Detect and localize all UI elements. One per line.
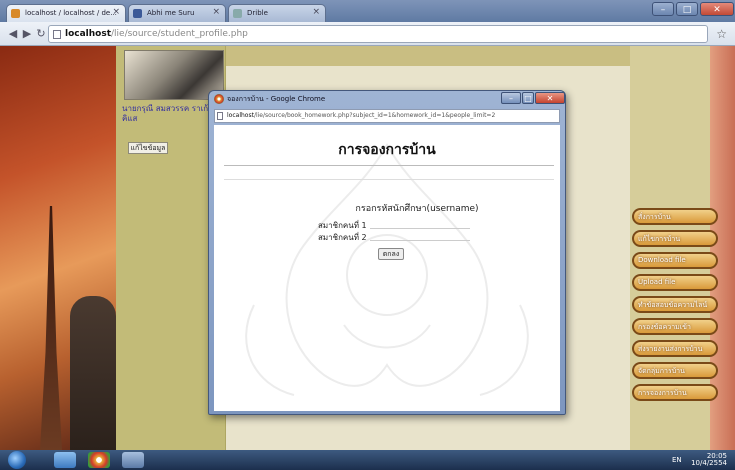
tab-label: Drible (247, 9, 268, 17)
language-indicator[interactable]: EN (672, 456, 682, 464)
page-icon (53, 30, 61, 39)
bookmark-star-icon[interactable]: ☆ (716, 27, 727, 41)
page-icon (233, 9, 242, 18)
popup-maximize-button[interactable]: □ (522, 92, 534, 104)
menu-item-book-homework[interactable]: การจองการบ้าน (632, 384, 718, 401)
address-path: /lie/source/student_profile.php (111, 29, 248, 39)
menu-item-upload-file[interactable]: Upload file (632, 274, 718, 291)
close-icon[interactable]: × (312, 7, 320, 17)
maximize-button[interactable]: □ (676, 2, 698, 16)
menu-item-online-exam[interactable]: ทำข้อสอบข้อความไลน์ (632, 296, 718, 313)
submit-button[interactable]: ตกลง (378, 248, 404, 260)
tab-localhost[interactable]: localhost / localhost / de... × (6, 4, 126, 22)
explorer-icon[interactable] (54, 452, 76, 468)
popup-minimize-button[interactable]: – (501, 92, 521, 104)
member2-input[interactable] (370, 231, 470, 241)
forward-icon[interactable]: ▶ (20, 27, 34, 41)
app-window-icon[interactable] (122, 452, 144, 468)
popup-close-button[interactable]: ✕ (535, 92, 565, 104)
tab-label: localhost / localhost / de... (25, 9, 117, 17)
temple-spire (40, 206, 62, 450)
tab-label: Abhi me Suru (147, 9, 195, 17)
popup-content: การจองการบ้าน กรอกรหัสนักศึกษา(username)… (214, 125, 560, 411)
homework-menu: สั่งการบ้าน แก้ไขการบ้าน Download file U… (632, 208, 718, 406)
windows-taskbar: EN 20:05 10/4/2554 (0, 450, 735, 470)
chrome-icon[interactable] (88, 452, 110, 468)
phpmyadmin-icon (11, 9, 20, 18)
thai-ornament-watermark (245, 142, 529, 396)
instruction-text: กรอกรหัสนักศึกษา(username) (355, 204, 479, 214)
reload-icon[interactable]: ↻ (34, 27, 48, 41)
member1-input[interactable] (370, 219, 470, 229)
browser-toolbar: ◀ ▶ ↻ localhost/lie/source/student_profi… (0, 22, 735, 46)
facebook-icon (133, 9, 142, 18)
menu-item-edit-homework[interactable]: แก้ไขการบ้าน (632, 230, 718, 247)
edit-profile-button[interactable]: แก้ไขข้อมูล (128, 142, 168, 154)
temple-banner-image (0, 46, 116, 450)
member2-label: สมาชิกคนที่ 2 (318, 233, 367, 242)
menu-item-download-file[interactable]: Download file (632, 252, 718, 269)
close-icon[interactable]: × (212, 7, 220, 17)
popup-address-host: localhost (227, 112, 254, 119)
address-bar[interactable]: localhost/lie/source/student_profile.php (48, 25, 708, 43)
system-clock[interactable]: 20:05 10/4/2554 (691, 453, 727, 467)
start-button[interactable] (8, 451, 26, 469)
minimize-button[interactable]: – (652, 2, 674, 16)
menu-item-group-homework[interactable]: จัดกลุ่มการบ้าน (632, 362, 718, 379)
statue-figure (70, 296, 116, 450)
close-icon[interactable]: × (112, 7, 120, 17)
chrome-icon (214, 94, 224, 104)
member1-label: สมาชิกคนที่ 1 (318, 221, 367, 230)
popup-address-bar[interactable]: localhost/lie/source/book_homework.php?s… (214, 109, 560, 123)
back-icon[interactable]: ◀ (6, 27, 20, 41)
clock-date: 10/4/2554 (691, 459, 727, 467)
window-close-button[interactable]: ✕ (700, 2, 734, 16)
divider (224, 179, 554, 180)
tab-facebook[interactable]: Abhi me Suru × (128, 4, 226, 22)
menu-item-homework-report[interactable]: ส่งรายงานส่งการบ้าน (632, 340, 718, 357)
menu-item-inbox[interactable]: กรองข้อความเข้า (632, 318, 718, 335)
book-homework-popup-window: จองการบ้าน - Google Chrome – □ ✕ localho… (208, 90, 566, 415)
divider (224, 165, 554, 166)
page-icon (217, 112, 223, 120)
popup-title: จองการบ้าน - Google Chrome (227, 95, 326, 103)
tab-drible[interactable]: Drible × (228, 4, 326, 22)
browser-tab-bar: localhost / localhost / de... × Abhi me … (0, 0, 735, 22)
popup-heading: การจองการบ้าน (338, 142, 436, 158)
member2-row: สมาชิกคนที่ 2 (318, 231, 470, 244)
popup-address-path: /lie/source/book_homework.php?subject_id… (253, 112, 496, 119)
address-host: localhost (65, 29, 112, 39)
menu-item-assign-homework[interactable]: สั่งการบ้าน (632, 208, 718, 225)
